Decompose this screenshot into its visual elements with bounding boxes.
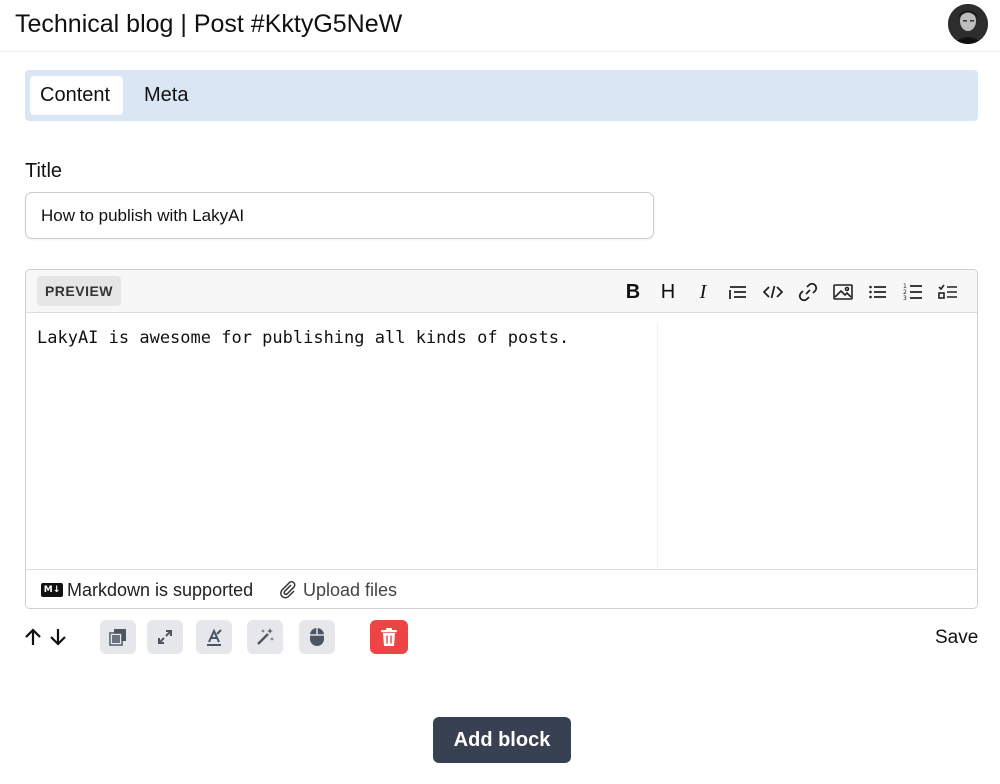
app-header: Technical blog | Post #KktyG5NeW xyxy=(0,0,1000,52)
editor-footer: M↓ Markdown is supported Upload files xyxy=(26,569,977,608)
move-up-icon[interactable] xyxy=(23,627,43,647)
markdown-icon: M↓ xyxy=(41,583,63,597)
paperclip-icon xyxy=(280,581,296,599)
mouse-button[interactable] xyxy=(299,620,335,654)
format-icon xyxy=(207,628,222,646)
link-icon[interactable] xyxy=(794,278,822,306)
italic-icon[interactable]: I xyxy=(689,278,717,306)
editor-divider xyxy=(657,322,658,567)
save-button[interactable]: Save xyxy=(935,627,978,649)
preview-button[interactable]: PREVIEW xyxy=(37,276,121,306)
copy-icon xyxy=(109,629,126,646)
editor-content[interactable]: LakyAI is awesome for publishing all kin… xyxy=(37,328,569,348)
title-input[interactable] xyxy=(25,192,654,239)
bullet-list-icon[interactable] xyxy=(864,278,892,306)
markdown-support-label: Markdown is supported xyxy=(67,580,254,600)
upload-files-link[interactable]: Upload files xyxy=(303,580,397,601)
page-title: Technical blog | Post #KktyG5NeW xyxy=(15,10,403,38)
task-list-icon[interactable] xyxy=(934,278,962,306)
title-label: Title xyxy=(25,160,63,182)
numbered-list-icon[interactable]: 123 xyxy=(899,278,927,306)
trash-icon xyxy=(381,628,397,646)
code-icon[interactable] xyxy=(759,278,787,306)
avatar-photo xyxy=(948,4,988,44)
add-block-button[interactable]: Add block xyxy=(433,717,571,763)
heading-glyph: H xyxy=(660,280,676,303)
mouse-icon xyxy=(310,628,324,646)
markdown-editor: PREVIEW B H I 123 LakyAI is awesome for … xyxy=(25,269,978,609)
avatar[interactable] xyxy=(948,4,988,44)
tab-content[interactable]: Content xyxy=(30,76,123,115)
bold-glyph: B xyxy=(625,280,641,303)
svg-text:3: 3 xyxy=(903,295,907,301)
quote-icon[interactable] xyxy=(724,278,752,306)
format-button[interactable] xyxy=(196,620,232,654)
magic-wand-button[interactable] xyxy=(247,620,283,654)
bold-icon[interactable]: B xyxy=(619,278,647,306)
tab-meta[interactable]: Meta xyxy=(134,76,198,115)
image-icon[interactable] xyxy=(829,278,857,306)
tab-bar: Content Meta xyxy=(25,70,978,121)
delete-block-button[interactable] xyxy=(370,620,408,654)
expand-button[interactable] xyxy=(147,620,183,654)
copy-button[interactable] xyxy=(100,620,136,654)
move-down-icon[interactable] xyxy=(48,627,68,647)
magic-wand-icon xyxy=(257,628,274,645)
expand-icon xyxy=(158,630,172,644)
editor-toolbar: PREVIEW B H I 123 xyxy=(26,270,977,313)
heading-icon[interactable]: H xyxy=(654,278,682,306)
italic-glyph: I xyxy=(699,280,707,303)
